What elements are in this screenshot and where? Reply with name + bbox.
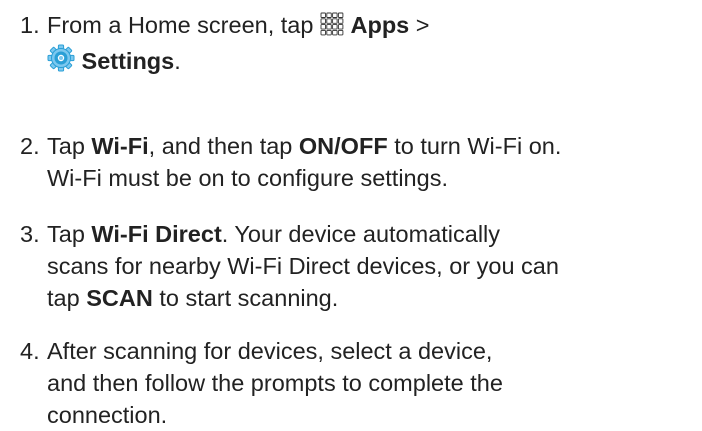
settings-label: Settings: [81, 48, 175, 74]
step-text-segment: , and then tap: [148, 133, 299, 159]
step-line: scans for nearby Wi-Fi Direct devices, o…: [47, 253, 559, 279]
step-text: Tap Wi-Fi Direct. Your device automatica…: [47, 218, 697, 314]
scan-label: SCAN: [86, 285, 153, 311]
step-text-segment: to turn Wi-Fi on.: [387, 133, 562, 159]
step-text-segment: Tap: [47, 133, 92, 159]
step-text: From a Home screen, tap Apps > Settings.: [47, 9, 697, 80]
step-text: After scanning for devices, select a dev…: [47, 335, 697, 431]
menu-separator: >: [415, 12, 430, 38]
step-text-segment: Tap: [47, 221, 92, 247]
step-line: connection.: [47, 402, 168, 428]
step-line: Wi-Fi must be on to configure settings.: [47, 165, 448, 191]
step-number: 4.: [20, 338, 40, 364]
instructions-page: 1. From a Home screen, tap Apps > Settin…: [0, 0, 702, 428]
wifi-label: Wi-Fi: [91, 133, 149, 159]
step-line: Tap Wi-Fi, and then tap ON/OFF to turn W…: [47, 130, 697, 162]
step-text-segment: .: [174, 48, 181, 74]
step-text: Tap Wi-Fi, and then tap ON/OFF to turn W…: [47, 130, 697, 194]
apps-grid-icon: [320, 12, 344, 44]
step-line: Settings.: [47, 44, 697, 80]
step-number: 3.: [20, 221, 40, 247]
step-text-segment: tap: [47, 285, 87, 311]
on-off-label: ON/OFF: [298, 133, 388, 159]
step-line: After scanning for devices, select a dev…: [47, 338, 493, 364]
step-number: 2.: [20, 133, 40, 159]
step-line: tap SCAN to start scanning.: [47, 282, 697, 314]
step-text-segment: . Your device automatically: [221, 221, 501, 247]
step-text-segment: to start scanning.: [152, 285, 339, 311]
step-line: From a Home screen, tap Apps >: [47, 9, 697, 44]
apps-label: Apps: [350, 12, 410, 38]
step-text-segment: From a Home screen, tap: [47, 12, 314, 38]
step-line: Tap Wi-Fi Direct. Your device automatica…: [47, 218, 697, 250]
step-number: 1.: [20, 12, 40, 38]
wifi-direct-label: Wi-Fi Direct: [91, 221, 222, 247]
settings-gear-icon: [47, 44, 75, 80]
step-line: and then follow the prompts to complete …: [47, 370, 503, 396]
